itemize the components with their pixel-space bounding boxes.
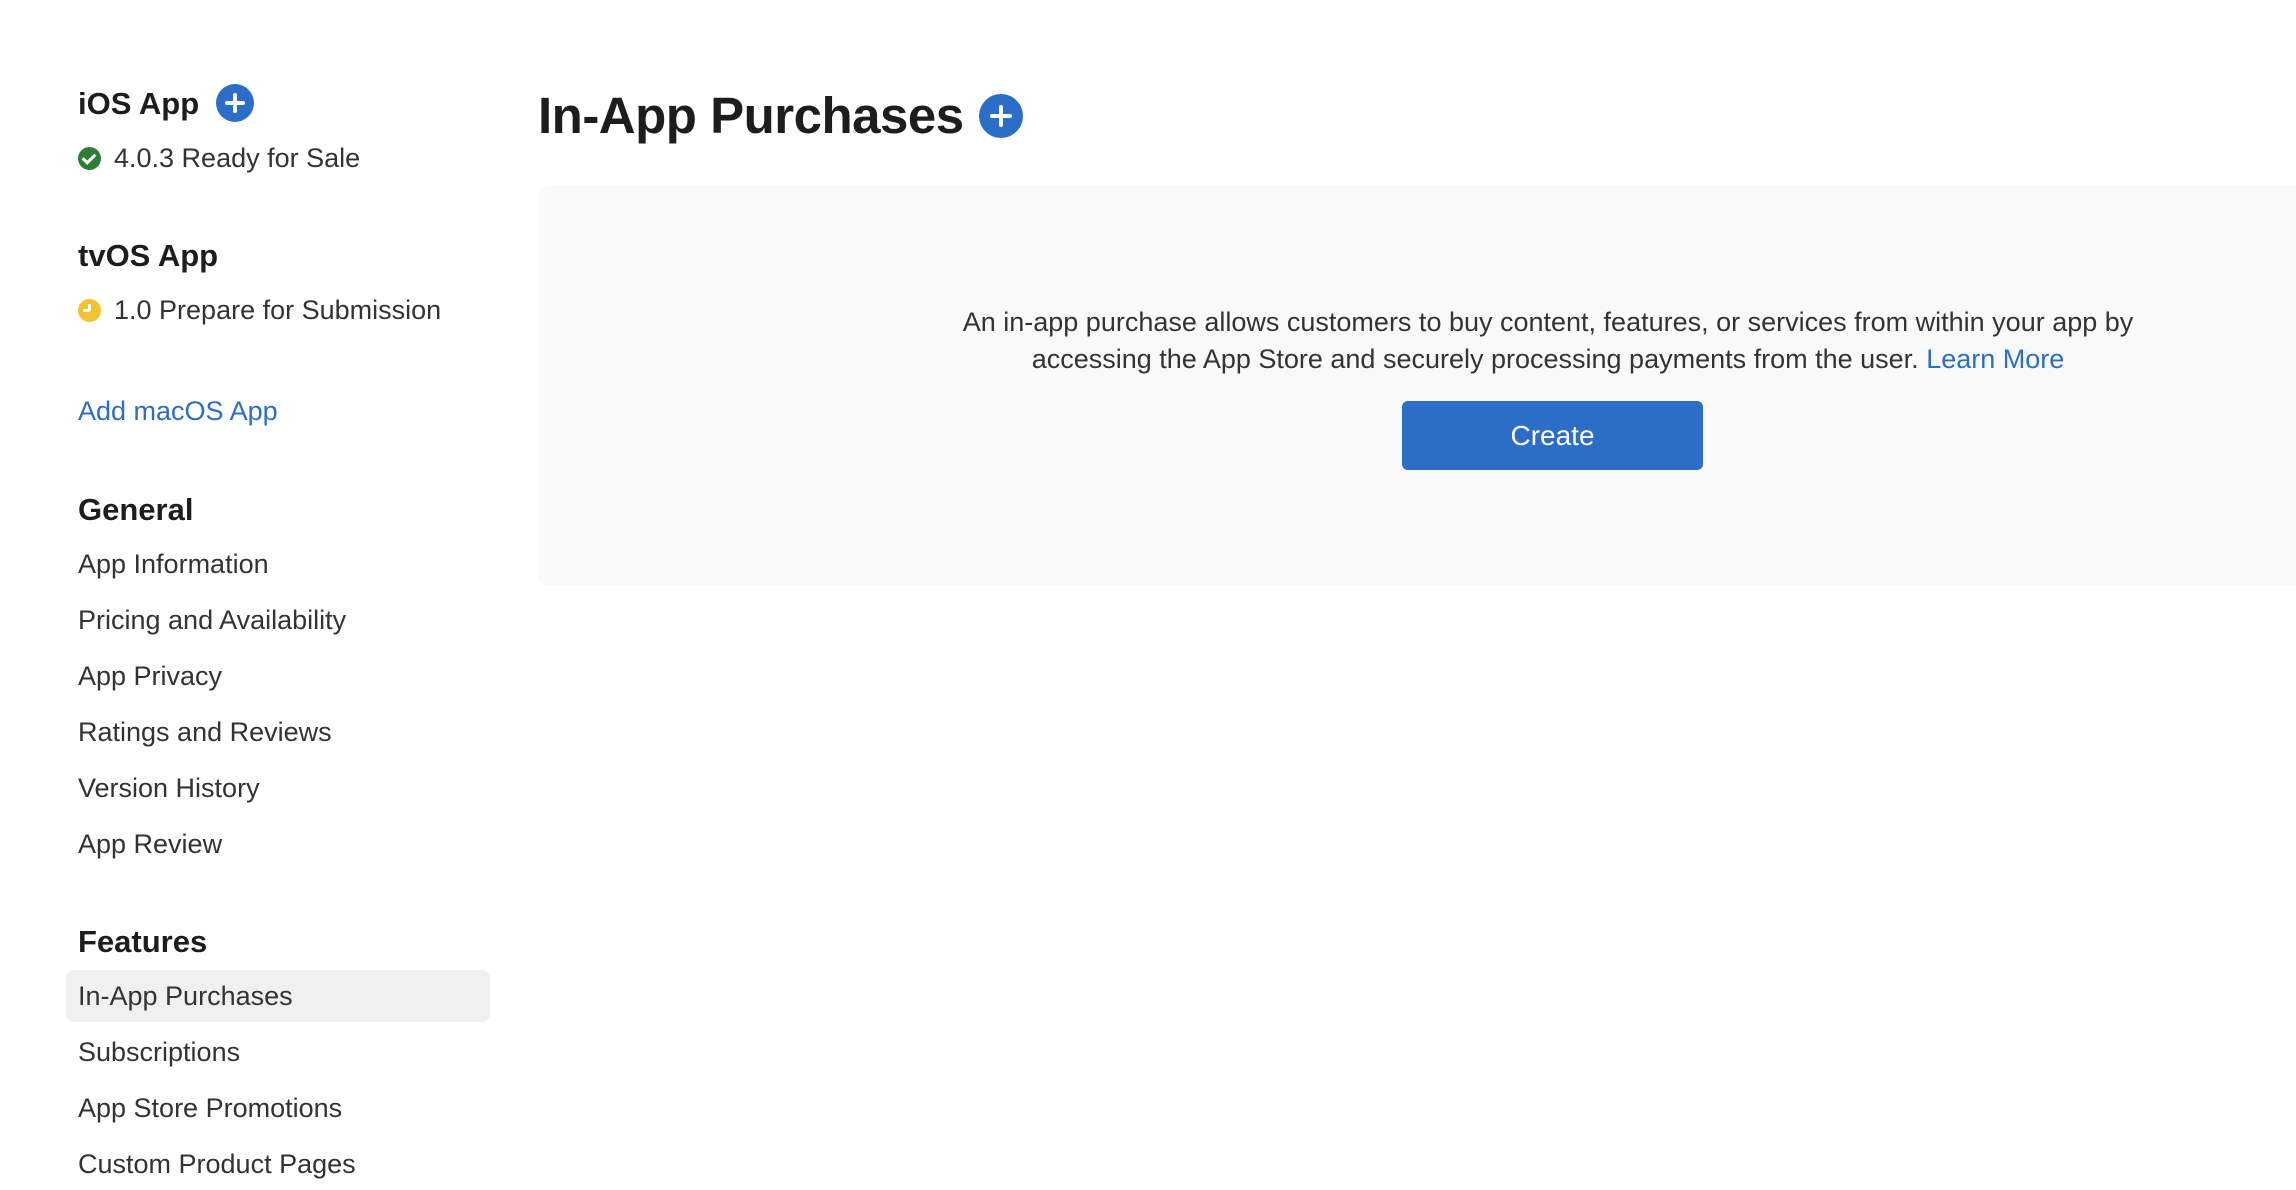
sidebar-item-in-app-purchases[interactable]: In-App Purchases xyxy=(66,970,490,1022)
sidebar-item-pricing-and-availability[interactable]: Pricing and Availability xyxy=(66,594,490,646)
add-ios-version-plus-icon[interactable] xyxy=(216,84,255,122)
sidebar-item-app-store-promotions[interactable]: App Store Promotions xyxy=(66,1082,490,1134)
features-section-title: Features xyxy=(78,924,208,959)
page-title: In-App Purchases xyxy=(538,87,964,144)
ios-app-header: iOS App xyxy=(78,84,255,122)
tvos-app-version-status[interactable]: 1.0 Prepare for Submission xyxy=(78,297,441,324)
checkmark-circle-icon xyxy=(78,147,101,170)
sidebar-item-custom-product-pages[interactable]: Custom Product Pages xyxy=(66,1138,490,1190)
clock-circle-icon xyxy=(78,299,101,322)
sidebar-item-version-history[interactable]: Version History xyxy=(66,762,490,814)
main-content: In-App Purchases An in-app purchase allo… xyxy=(538,0,2296,1172)
ios-app-title: iOS App xyxy=(78,85,200,121)
empty-state-description: An in-app purchase allows customers to b… xyxy=(933,304,2163,378)
tvos-app-title: tvOS App xyxy=(78,238,219,273)
ios-app-version-status[interactable]: 4.0.3 Ready for Sale xyxy=(78,145,360,172)
sidebar-item-app-information[interactable]: App Information xyxy=(66,538,490,590)
tvos-app-header: tvOS App xyxy=(78,240,218,271)
sidebar-item-app-review[interactable]: App Review xyxy=(66,818,490,870)
ios-app-status-text: 4.0.3 Ready for Sale xyxy=(114,143,361,173)
general-section-title: General xyxy=(78,492,194,527)
create-button[interactable]: Create xyxy=(1402,401,1703,470)
sidebar-item-ratings-and-reviews[interactable]: Ratings and Reviews xyxy=(66,706,490,758)
sidebar: iOS App 4.0.3 Ready for Sale tvOS App 1.… xyxy=(66,0,491,1179)
add-macos-app-link[interactable]: Add macOS App xyxy=(78,398,278,425)
learn-more-link[interactable]: Learn More xyxy=(1926,344,2064,374)
add-in-app-purchase-plus-icon[interactable] xyxy=(978,94,1023,138)
sidebar-item-app-privacy[interactable]: App Privacy xyxy=(66,650,490,702)
empty-state-panel: An in-app purchase allows customers to b… xyxy=(538,186,2296,586)
page-header: In-App Purchases xyxy=(538,88,1023,144)
tvos-app-status-text: 1.0 Prepare for Submission xyxy=(114,295,442,325)
sidebar-item-subscriptions[interactable]: Subscriptions xyxy=(66,1026,490,1078)
